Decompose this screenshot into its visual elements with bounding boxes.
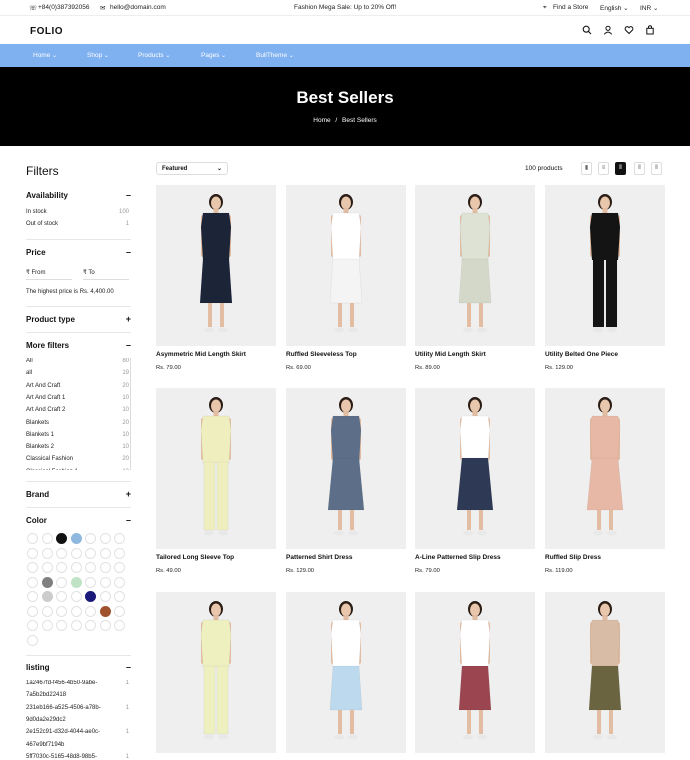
model-illustration xyxy=(200,397,232,536)
product-image[interactable] xyxy=(286,592,406,753)
product-image[interactable] xyxy=(415,388,535,549)
model-illustration xyxy=(456,397,494,536)
model-illustration xyxy=(458,194,492,333)
product-name[interactable]: Asymmetric Mid Length Skirt xyxy=(156,351,246,358)
product-name[interactable]: Patterned Shirt Dress xyxy=(286,554,352,561)
model-illustration xyxy=(458,601,492,740)
product-price: Rs. 79.00 xyxy=(415,568,440,574)
model-illustration xyxy=(588,601,622,740)
model-illustration xyxy=(327,397,365,536)
product-image[interactable] xyxy=(415,185,535,346)
product-name[interactable]: Utility Mid Length Skirt xyxy=(415,351,486,358)
product-name[interactable]: Utility Belted One Piece xyxy=(545,351,618,358)
product-image[interactable] xyxy=(156,592,276,753)
product-image[interactable] xyxy=(415,592,535,753)
product-name[interactable]: Tailored Long Sleeve Top xyxy=(156,554,234,561)
product-image[interactable] xyxy=(286,185,406,346)
product-name[interactable]: Ruffled Sleeveless Top xyxy=(286,351,357,358)
product-image[interactable] xyxy=(156,388,276,549)
product-price: Rs. 79.00 xyxy=(156,365,181,371)
product-price: Rs. 129.00 xyxy=(545,365,574,371)
product-image[interactable] xyxy=(545,592,665,753)
model-illustration xyxy=(199,194,233,333)
product-price: Rs. 89.00 xyxy=(415,365,440,371)
model-illustration xyxy=(329,194,363,333)
product-image[interactable] xyxy=(286,388,406,549)
product-price: Rs. 69.00 xyxy=(286,365,311,371)
product-image[interactable] xyxy=(545,388,665,549)
model-illustration xyxy=(586,397,624,536)
model-illustration xyxy=(329,601,363,740)
product-name[interactable]: A-Line Patterned Slip Dress xyxy=(415,554,501,561)
model-illustration xyxy=(589,194,621,333)
product-name[interactable]: Ruffled Slip Dress xyxy=(545,554,601,561)
model-illustration xyxy=(200,601,232,740)
product-image[interactable] xyxy=(156,185,276,346)
product-price: Rs. 119.00 xyxy=(545,568,573,574)
product-price: Rs. 129.00 xyxy=(286,568,315,574)
product-grid: Asymmetric Mid Length Skirt Rs. 79.00 Ruff… xyxy=(0,0,690,760)
product-price: Rs. 49.00 xyxy=(156,568,181,574)
product-image[interactable] xyxy=(545,185,665,346)
